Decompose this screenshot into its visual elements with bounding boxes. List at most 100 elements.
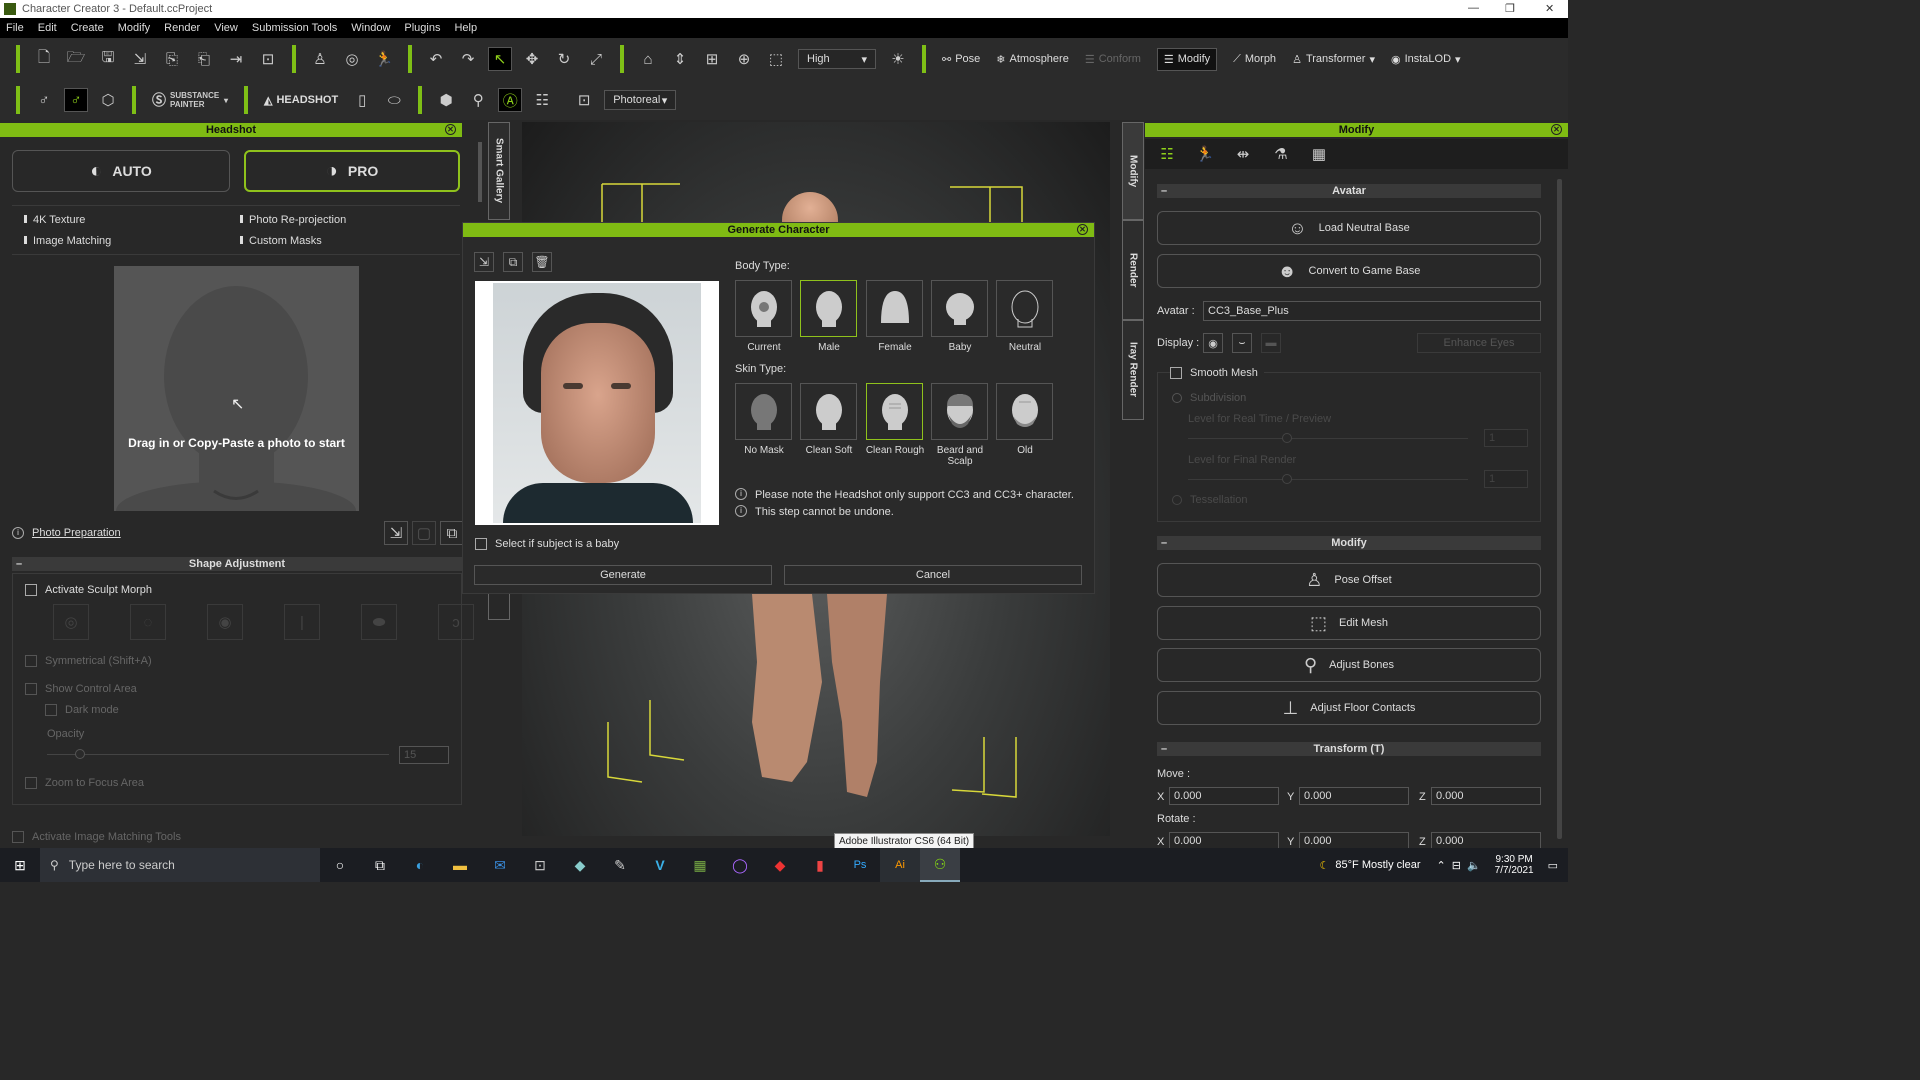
right-panel-scrollbar[interactable] — [1557, 179, 1562, 839]
morph-slider-icon[interactable]: ⇹ — [1231, 142, 1255, 166]
dark-mode-checkbox[interactable]: Dark mode — [45, 704, 119, 717]
slider-handle[interactable] — [1282, 474, 1292, 484]
office-icon[interactable]: ▮ — [800, 848, 840, 882]
load-neutral-base-button[interactable]: ☺ Load Neutral Base — [1157, 211, 1541, 245]
transform-section-header[interactable]: – Transform (T) — [1157, 742, 1541, 756]
undo-icon[interactable]: ↶ — [424, 47, 448, 71]
photo-drop-zone[interactable]: ↖ Drag in or Copy-Paste a photo to start — [114, 266, 359, 511]
chevron-up-icon[interactable]: ⌃ — [1437, 859, 1446, 872]
delete-icon[interactable]: 🗑 — [532, 252, 552, 272]
rotate-icon[interactable]: ↻ — [552, 47, 576, 71]
menu-edit[interactable]: Edit — [38, 22, 57, 34]
auto-mode-button[interactable]: ◐ AUTO — [12, 150, 230, 192]
app-red-icon[interactable]: ◆ — [760, 848, 800, 882]
morph-view-icon[interactable]: ♂ — [64, 88, 88, 112]
level-realtime-input[interactable]: 1 — [1484, 429, 1528, 447]
level-final-slider[interactable] — [1188, 474, 1468, 484]
substance-painter-button[interactable]: Ⓢ SUBSTANCE PAINTER ▾ — [152, 90, 228, 110]
windows-start-icon[interactable]: ⊞ — [0, 848, 40, 882]
nose-area-icon[interactable]: | — [284, 604, 320, 640]
conform-button[interactable]: ☰ Conform — [1085, 53, 1141, 66]
close-icon[interactable]: ✕ — [1077, 224, 1088, 235]
instalod-button[interactable]: ◉ InstaLOD ▾ — [1391, 53, 1461, 66]
material-icon[interactable]: ⚗ — [1269, 142, 1293, 166]
select-arrow-icon[interactable]: ↖ — [488, 47, 512, 71]
move-z-input[interactable]: 0.000 — [1431, 787, 1541, 805]
body-option-baby[interactable] — [931, 280, 988, 337]
export-ic-icon[interactable]: ⎘ — [160, 47, 184, 71]
photo-preparation-link[interactable]: Photo Preparation — [32, 527, 121, 539]
atmosphere-button[interactable]: ❄ Atmosphere — [996, 53, 1069, 66]
body-option-male[interactable] — [800, 280, 857, 337]
symmetrical-checkbox[interactable]: Symmetrical (Shift+A) — [25, 655, 152, 668]
quality-dropdown[interactable]: High ▾ — [798, 49, 876, 69]
morph-creator-icon[interactable]: ♂ — [32, 88, 56, 112]
load-photo-icon[interactable]: ⇲ — [474, 252, 494, 272]
tessellation-radio[interactable]: Tessellation — [1172, 494, 1247, 506]
move-icon[interactable]: ✥ — [520, 47, 544, 71]
slider-handle[interactable] — [75, 749, 85, 759]
avatar-name-field[interactable]: CC3_Base_Plus — [1203, 301, 1541, 321]
slider-handle[interactable] — [1282, 433, 1292, 443]
opacity-slider[interactable] — [47, 749, 389, 759]
smooth-mesh-checkbox[interactable]: Smooth Mesh — [1170, 367, 1264, 380]
adjust-bones-button[interactable]: ⚲ Adjust Bones — [1157, 648, 1541, 682]
fit-all-icon[interactable]: ⊞ — [700, 47, 724, 71]
store-icon[interactable]: ⊡ — [520, 848, 560, 882]
body-option-neutral[interactable] — [996, 280, 1053, 337]
body-option-female[interactable] — [866, 280, 923, 337]
focus-icon[interactable]: ⊕ — [732, 47, 756, 71]
zoom-focus-checkbox[interactable]: Zoom to Focus Area — [25, 777, 144, 790]
move-x-input[interactable]: 0.000 — [1169, 787, 1279, 805]
network-icon[interactable]: ⊟ — [1452, 859, 1461, 872]
export-icon[interactable]: ⇥ — [224, 47, 248, 71]
menu-plugins[interactable]: Plugins — [404, 22, 440, 34]
menu-help[interactable]: Help — [454, 22, 477, 34]
save-icon[interactable]: 🖫 — [96, 47, 120, 71]
motion-export-icon[interactable]: 🏃 — [372, 47, 396, 71]
tab-modify[interactable]: Modify — [1122, 122, 1144, 220]
app-circle-icon[interactable]: ◯ — [720, 848, 760, 882]
fit-vertical-icon[interactable]: ⇕ — [668, 47, 692, 71]
app-icon[interactable]: ✎ — [600, 848, 640, 882]
taskbar-search-box[interactable]: ⚲ Type here to search — [40, 848, 320, 882]
render-frame-icon[interactable]: ⊡ — [572, 88, 596, 112]
close-icon[interactable]: ✕ — [445, 124, 456, 135]
menu-submission-tools[interactable]: Submission Tools — [252, 22, 337, 34]
character-export-icon[interactable]: ♙ — [308, 47, 332, 71]
close-button[interactable]: ✕ — [1545, 2, 1554, 15]
move-y-input[interactable]: 0.000 — [1299, 787, 1409, 805]
show-control-area-checkbox[interactable]: Show Control Area — [25, 683, 137, 696]
menu-create[interactable]: Create — [71, 22, 104, 34]
render-mode-dropdown[interactable]: Photoreal ▾ — [604, 90, 677, 110]
media-icon[interactable]: ▦ — [680, 848, 720, 882]
crop-photo-icon[interactable]: ⧉ — [440, 521, 464, 545]
file-explorer-icon[interactable]: ▬ — [440, 848, 480, 882]
import-character-icon[interactable]: ⇲ — [128, 47, 152, 71]
cubes-icon[interactable]: ⬡ — [96, 88, 120, 112]
head-mesh-icon[interactable]: ⬭ — [382, 88, 406, 112]
mask-icon[interactable]: ▯ — [350, 88, 374, 112]
shape-adjustment-header[interactable]: – Shape Adjustment — [12, 557, 462, 571]
tab-smart-gallery[interactable]: Smart Gallery — [488, 122, 510, 220]
tongue-display-icon[interactable]: ▬ — [1261, 333, 1281, 353]
skin-option-no-mask[interactable] — [735, 383, 792, 440]
skin-option-old[interactable] — [996, 383, 1053, 440]
redo-icon[interactable]: ↷ — [456, 47, 480, 71]
photoshop-icon[interactable]: Ps — [840, 848, 880, 882]
perspective-icon[interactable]: ⬚ — [764, 47, 788, 71]
enhance-eyes-button[interactable]: Enhance Eyes — [1417, 333, 1541, 353]
menu-view[interactable]: View — [214, 22, 238, 34]
weather-text[interactable]: 85°F Mostly clear — [1335, 859, 1420, 871]
home-camera-icon[interactable]: ⌂ — [636, 47, 660, 71]
skin-option-beard-and-scalp[interactable] — [931, 383, 988, 440]
edge-icon[interactable]: ◐ — [400, 848, 440, 882]
scale-icon[interactable]: ⤢ — [584, 47, 608, 71]
tab-render[interactable]: Render — [1122, 220, 1144, 320]
modify-button[interactable]: ☰ Modify — [1156, 47, 1218, 71]
image-matching-tools-checkbox[interactable]: Activate Image Matching Tools — [12, 831, 181, 844]
menu-file[interactable]: File — [6, 22, 24, 34]
morph-button[interactable]: ⟋ Morph — [1233, 53, 1276, 66]
minimize-button[interactable]: — — [1468, 2, 1479, 14]
avatar-section-header[interactable]: – Avatar — [1157, 184, 1541, 198]
